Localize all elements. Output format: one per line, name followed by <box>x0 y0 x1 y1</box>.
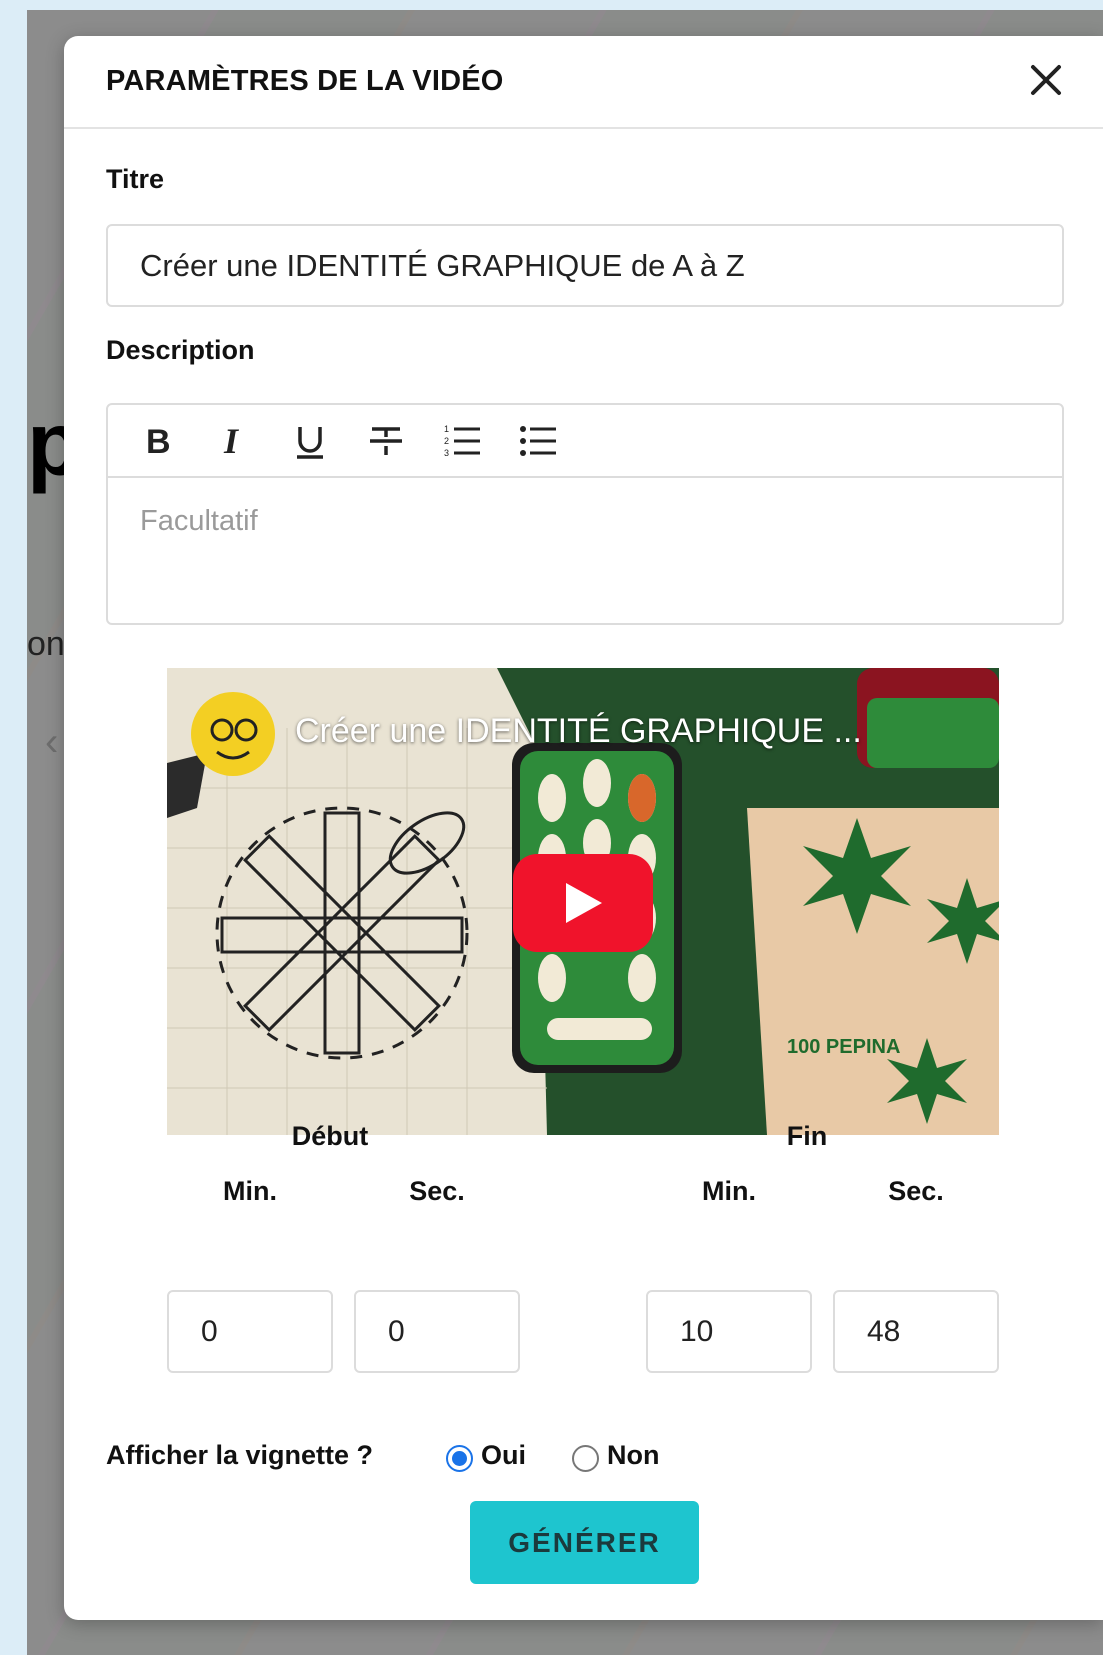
close-button[interactable] <box>1024 58 1068 102</box>
bullet-list-icon <box>520 426 556 456</box>
end-sec-input[interactable]: 48 <box>833 1290 999 1373</box>
svg-text:I: I <box>223 421 240 461</box>
italic-icon: I <box>223 421 240 461</box>
description-input[interactable]: Facultatif <box>140 505 258 538</box>
svg-text:1: 1 <box>444 424 449 434</box>
ordered-list-icon: 1 2 3 <box>444 424 480 458</box>
play-button[interactable] <box>513 854 653 952</box>
radio-oui[interactable] <box>446 1445 473 1472</box>
start-sec-input[interactable]: 0 <box>354 1290 520 1373</box>
svg-text:3: 3 <box>444 448 449 458</box>
start-min-label: Min. <box>223 1176 277 1206</box>
background-arrow-icon: ‹ <box>45 720 59 764</box>
bold-button[interactable]: B <box>132 415 184 467</box>
italic-button[interactable]: I <box>208 415 260 467</box>
ordered-list-button[interactable]: 1 2 3 <box>436 415 488 467</box>
radio-non[interactable] <box>572 1445 599 1472</box>
start-label: Début <box>291 1121 369 1151</box>
underline-icon <box>297 427 323 459</box>
underline-button[interactable] <box>284 415 336 467</box>
end-min-input[interactable]: 10 <box>646 1290 812 1373</box>
close-icon <box>1031 65 1061 95</box>
background-text: on <box>27 625 65 663</box>
end-label: Fin <box>786 1121 828 1151</box>
video-settings-modal: PARAMÈTRES DE LA VIDÉO Titre Créer une I… <box>64 36 1103 1620</box>
bullet-list-button[interactable] <box>512 415 564 467</box>
title-input[interactable]: Créer une IDENTITÉ GRAPHIQUE de A à Z <box>106 224 1064 307</box>
end-min-label: Min. <box>702 1176 756 1206</box>
radio-non-label[interactable]: Non <box>607 1440 659 1471</box>
radio-oui-label[interactable]: Oui <box>481 1440 526 1471</box>
strikethrough-button[interactable] <box>360 415 412 467</box>
video-preview[interactable]: 100 PEPINA Créer une IDENTITÉ GRAPHIQUE … <box>167 668 999 1135</box>
bold-icon: B <box>146 423 171 461</box>
modal-title: PARAMÈTRES DE LA VIDÉO <box>106 65 504 97</box>
start-min-input[interactable]: 0 <box>167 1290 333 1373</box>
play-icon <box>566 883 602 923</box>
strikethrough-icon <box>370 427 402 455</box>
start-sec-label: Sec. <box>409 1176 465 1206</box>
title-label: Titre <box>106 164 165 194</box>
thumbnail-question: Afficher la vignette ? <box>106 1440 374 1470</box>
description-editor: B I 1 2 3 Facultatif <box>106 403 1064 625</box>
editor-toolbar: B I 1 2 3 <box>108 405 1062 478</box>
generate-button[interactable]: GÉNÉRER <box>470 1501 699 1584</box>
svg-text:2: 2 <box>444 436 449 446</box>
svg-text:B: B <box>146 423 171 461</box>
video-title: Créer une IDENTITÉ GRAPHIQUE ... <box>295 712 862 750</box>
modal-header: PARAMÈTRES DE LA VIDÉO <box>64 36 1103 129</box>
description-label: Description <box>106 335 255 365</box>
video-brand-text: 100 PEPINA <box>787 1036 900 1058</box>
end-sec-label: Sec. <box>888 1176 944 1206</box>
